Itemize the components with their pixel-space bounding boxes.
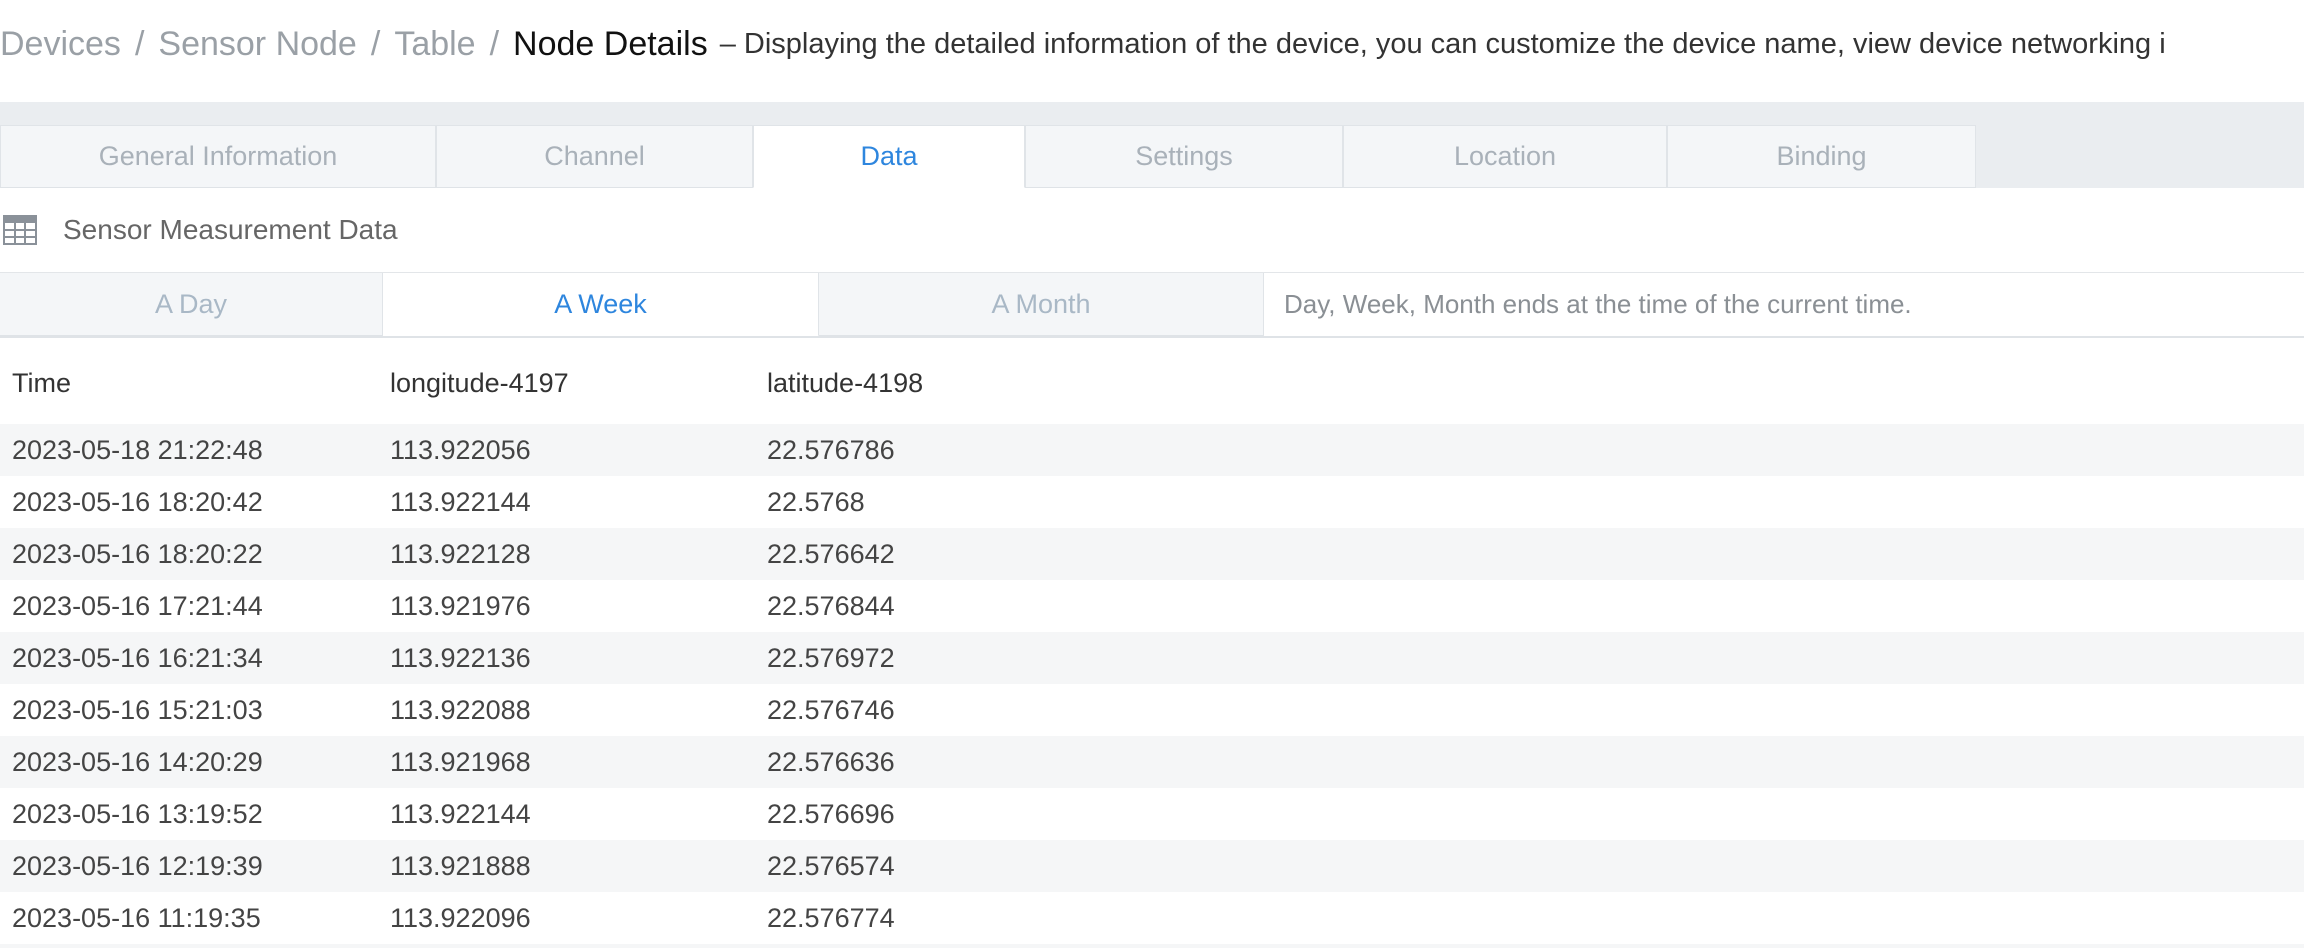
column-header-time: Time — [12, 367, 71, 398]
cell-latitude: 22.576844 — [767, 590, 895, 621]
table-row: 2023-05-16 15:21:03 113.922088 22.576746 — [0, 684, 2304, 736]
cell-latitude: 22.576746 — [767, 694, 895, 725]
cell-longitude: 113.922096 — [390, 902, 531, 933]
tab-settings[interactable]: Settings — [1025, 125, 1343, 188]
cell-time: 2023-05-16 13:19:52 — [12, 798, 263, 829]
tab-binding[interactable]: Binding — [1667, 125, 1976, 188]
breadcrumb-sensor-node[interactable]: Sensor Node — [158, 25, 356, 64]
table-header: Time longitude-4197 latitude-4198 — [0, 344, 2304, 422]
breadcrumb-separator: / — [134, 24, 145, 63]
cell-time: 2023-05-18 21:22:48 — [12, 434, 263, 465]
cell-latitude: 22.5768 — [767, 486, 865, 517]
page: Devices / Sensor Node / Table / Node Det… — [0, 0, 2304, 952]
cell-longitude: 113.921888 — [390, 850, 531, 881]
cell-latitude: 22.576642 — [767, 538, 895, 569]
breadcrumb-table[interactable]: Table — [394, 25, 475, 64]
cell-time: 2023-05-16 15:21:03 — [12, 694, 263, 725]
cell-time: 2023-05-16 12:19:39 — [12, 850, 263, 881]
cell-latitude: 22.576774 — [767, 902, 895, 933]
table-icon — [3, 215, 37, 245]
column-header-latitude: latitude-4198 — [767, 367, 924, 398]
column-header-longitude: longitude-4197 — [390, 367, 569, 398]
cell-longitude: 113.922144 — [390, 798, 531, 829]
cell-time: 2023-05-16 17:21:44 — [12, 590, 263, 621]
cell-longitude: 113.922144 — [390, 486, 531, 517]
data-table: Time longitude-4197 latitude-4198 2023-0… — [0, 344, 2304, 948]
range-tabs: A Day A Week A Month — [0, 273, 1264, 337]
table-row: 2023-05-16 12:19:39 113.921888 22.576574 — [0, 840, 2304, 892]
breadcrumb-devices[interactable]: Devices — [0, 25, 121, 64]
table-row: 2023-05-16 13:19:52 113.922144 22.576696 — [0, 788, 2304, 840]
range-tab-month[interactable]: A Month — [819, 273, 1264, 337]
cell-time: 2023-05-16 16:21:34 — [12, 642, 263, 673]
divider — [0, 336, 2304, 338]
table-row: 2023-05-18 21:22:48 113.922056 22.576786 — [0, 424, 2304, 476]
breadcrumb-separator: / — [370, 24, 381, 63]
cell-longitude: 113.922128 — [390, 538, 531, 569]
table-row: 2023-05-16 14:20:29 113.921968 22.576636 — [0, 736, 2304, 788]
cell-longitude: 113.922056 — [390, 434, 531, 465]
page-title: Node Details — [513, 24, 708, 63]
section-title: Sensor Measurement Data — [63, 214, 398, 245]
page-description: – Displaying the detailed information of… — [719, 27, 2166, 60]
table-row: 2023-05-16 11:19:35 113.922096 22.576774 — [0, 892, 2304, 944]
table-row: 2023-05-16 18:20:22 113.922128 22.576642 — [0, 528, 2304, 580]
cell-longitude: 113.921968 — [390, 746, 531, 777]
tab-general-information[interactable]: General Information — [0, 125, 436, 188]
cell-longitude: 113.921976 — [390, 590, 531, 621]
table-row: 2023-05-16 18:20:42 113.922144 22.5768 — [0, 476, 2304, 528]
breadcrumb: Devices / Sensor Node / Table / Node Det… — [0, 0, 2304, 88]
cell-latitude: 22.576786 — [767, 434, 895, 465]
table-row: 2023-05-16 16:21:34 113.922136 22.576972 — [0, 632, 2304, 684]
main-tabs: General Information Channel Data Setting… — [0, 125, 1976, 188]
cell-time: 2023-05-16 18:20:22 — [12, 538, 263, 569]
range-tab-week[interactable]: A Week — [383, 273, 819, 337]
cell-latitude: 22.576574 — [767, 850, 895, 881]
breadcrumb-separator: / — [489, 24, 500, 63]
range-note: Day, Week, Month ends at the time of the… — [1284, 289, 1912, 319]
cell-time: 2023-05-16 18:20:42 — [12, 486, 263, 517]
cell-time: 2023-05-16 11:19:35 — [12, 902, 261, 933]
tab-channel[interactable]: Channel — [436, 125, 753, 188]
cell-latitude: 22.576972 — [767, 642, 895, 673]
table-row: 2023-05-16 17:21:44 113.921976 22.576844 — [0, 580, 2304, 632]
cell-longitude: 113.922136 — [390, 642, 531, 673]
section-header: Sensor Measurement Data — [0, 206, 398, 254]
tab-data[interactable]: Data — [753, 125, 1025, 188]
cell-longitude: 113.922088 — [390, 694, 531, 725]
tab-location[interactable]: Location — [1343, 125, 1667, 188]
table-row-partial — [0, 944, 2304, 948]
range-tab-day[interactable]: A Day — [0, 273, 383, 337]
cell-time: 2023-05-16 14:20:29 — [12, 746, 263, 777]
cell-latitude: 22.576696 — [767, 798, 895, 829]
cell-latitude: 22.576636 — [767, 746, 895, 777]
